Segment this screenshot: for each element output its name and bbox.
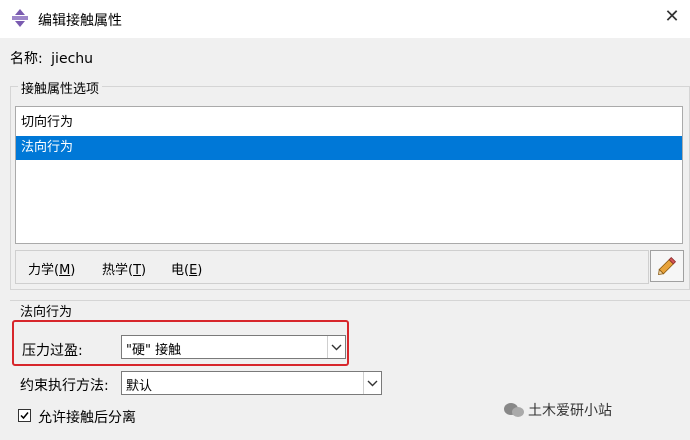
list-item-tangential[interactable]: 切向行为 <box>16 111 682 135</box>
constraint-method-label: 约束执行方法: <box>20 378 109 394</box>
menu-electrical[interactable]: 电(E) <box>171 259 202 278</box>
name-row: 名称: jiechu <box>10 48 93 68</box>
app-icon <box>12 9 28 27</box>
name-label: 名称: <box>10 51 43 67</box>
menu-mechanical-suffix: ) <box>70 263 76 278</box>
allow-separation-checkbox[interactable] <box>18 409 31 422</box>
menu-electrical-suffix: ) <box>197 263 203 278</box>
pressure-overclosure-select[interactable]: "硬" 接触 <box>121 335 346 359</box>
list-item-normal[interactable]: 法向行为 <box>16 136 682 160</box>
checkmark-icon <box>20 412 29 420</box>
section-divider <box>10 300 690 301</box>
window-title: 编辑接触属性 <box>38 13 122 29</box>
menu-mechanical-key: M <box>59 263 71 278</box>
chevron-down-icon[interactable] <box>363 372 381 394</box>
contact-options-list[interactable]: 切向行为 法向行为 <box>15 106 683 244</box>
edit-button[interactable] <box>650 250 684 282</box>
normal-behavior-label: 法向行为 <box>20 305 73 320</box>
menu-thermal[interactable]: 热学(T) <box>102 259 146 278</box>
behavior-menubar: 力学(M) 热学(T) 电(E) <box>15 250 649 284</box>
menu-thermal-suffix: ) <box>141 263 147 278</box>
wechat-icon <box>504 403 524 417</box>
menu-mechanical[interactable]: 力学(M) <box>28 259 75 278</box>
constraint-method-select[interactable]: 默认 <box>121 371 382 395</box>
menu-electrical-text: 电( <box>171 263 190 278</box>
pressure-overclosure-label: 压力过盈: <box>22 343 83 359</box>
pressure-overclosure-value: "硬" 接触 <box>126 343 182 358</box>
pencil-icon <box>658 256 677 275</box>
watermark-text: 土木爱研小站 <box>528 403 612 419</box>
close-icon[interactable]: ✕ <box>662 7 682 27</box>
name-value: jiechu <box>51 51 94 67</box>
menu-thermal-text: 热学( <box>102 263 134 278</box>
contact-options-legend: 接触属性选项 <box>18 78 103 97</box>
menu-mechanical-text: 力学( <box>28 263 60 278</box>
allow-separation-label: 允许接触后分离 <box>38 410 136 426</box>
chevron-down-icon[interactable] <box>327 336 345 358</box>
menu-thermal-key: T <box>133 263 142 278</box>
constraint-method-value: 默认 <box>126 379 153 394</box>
